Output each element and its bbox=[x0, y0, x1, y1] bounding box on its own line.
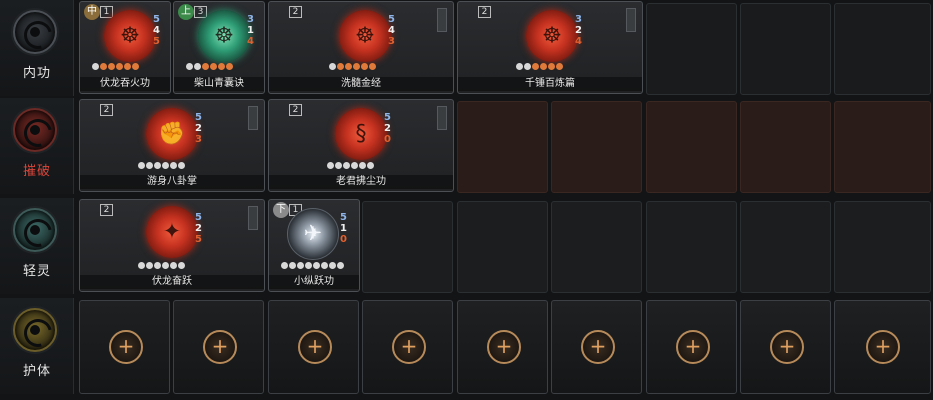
skill-name: 伏龙吞火功 bbox=[80, 77, 170, 91]
grade-badge: 下 bbox=[273, 202, 289, 218]
add-skill-slot[interactable]: + bbox=[268, 300, 359, 394]
category-tab-cuipo[interactable]: 摧破 bbox=[0, 98, 74, 194]
empty-slot bbox=[834, 3, 931, 95]
empty-slot bbox=[646, 201, 737, 293]
skill-stats: 5 1 0 bbox=[340, 212, 347, 245]
grade-badge: 中 bbox=[84, 4, 100, 20]
progress-dots bbox=[327, 162, 375, 170]
progress-dots bbox=[138, 262, 186, 270]
empty-slot bbox=[740, 201, 831, 293]
category-label: 护体 bbox=[22, 364, 51, 379]
skill-card-xisui-jinjing[interactable]: 2 ☸ 5 4 3 洗髓金经 bbox=[268, 1, 454, 94]
equip-slot-marker bbox=[437, 8, 447, 32]
skill-stats: 5 2 5 bbox=[195, 212, 202, 245]
add-skill-slot[interactable]: + bbox=[362, 300, 453, 394]
skill-stats: 5 4 5 bbox=[153, 14, 160, 47]
progress-dots bbox=[281, 262, 345, 270]
add-skill-slot[interactable]: + bbox=[173, 300, 264, 394]
meditation-emblem-icon bbox=[13, 10, 57, 54]
add-icon[interactable]: + bbox=[203, 330, 237, 364]
empty-slot bbox=[551, 101, 642, 193]
skill-name: 柴山青囊诀 bbox=[174, 77, 264, 91]
add-icon[interactable]: + bbox=[581, 330, 615, 364]
shield-emblem-icon bbox=[13, 308, 57, 352]
empty-slot bbox=[834, 101, 931, 193]
add-icon[interactable]: + bbox=[298, 330, 332, 364]
count-badge: 2 bbox=[100, 204, 113, 216]
empty-slot bbox=[740, 101, 831, 193]
skill-row-huti: 护体 + + + + + + + + + bbox=[0, 298, 933, 394]
equip-slot-marker bbox=[626, 8, 636, 32]
fist-emblem-icon bbox=[13, 108, 57, 152]
skill-row-cuipo: 摧破 2 ✊ 5 2 3 游身八卦掌 2 § 5 2 0 老君拂尘功 bbox=[0, 98, 933, 194]
category-tab-huti[interactable]: 护体 bbox=[0, 298, 74, 394]
category-label: 内功 bbox=[22, 66, 51, 81]
add-icon[interactable]: + bbox=[487, 330, 521, 364]
progress-dots bbox=[329, 63, 377, 71]
skill-name: 伏龙奋跃 bbox=[80, 275, 264, 289]
skill-stats: 3 1 4 bbox=[247, 14, 254, 47]
add-icon[interactable]: + bbox=[392, 330, 426, 364]
skill-name: 洗髓金经 bbox=[269, 77, 453, 91]
skill-card-laojun-fuchen[interactable]: 2 § 5 2 0 老君拂尘功 bbox=[268, 99, 454, 192]
add-icon[interactable]: + bbox=[676, 330, 710, 364]
count-badge: 2 bbox=[289, 6, 302, 18]
skill-row-qingling: 轻灵 2 ✦ 5 2 5 伏龙奋跃 下 1 ✈ 5 1 0 小纵跃功 bbox=[0, 198, 933, 294]
skill-card-youshen-bagua[interactable]: 2 ✊ 5 2 3 游身八卦掌 bbox=[79, 99, 265, 192]
count-badge: 2 bbox=[478, 6, 491, 18]
leaping-figure-icon: ✈ bbox=[287, 208, 339, 260]
count-badge: 2 bbox=[100, 104, 113, 116]
progress-dots bbox=[516, 63, 564, 71]
skill-stats: 3 2 4 bbox=[575, 14, 582, 47]
count-badge: 3 bbox=[194, 6, 207, 18]
wind-emblem-icon bbox=[13, 208, 57, 252]
add-skill-slot[interactable]: + bbox=[834, 300, 931, 394]
add-skill-slot[interactable]: + bbox=[740, 300, 831, 394]
category-label: 摧破 bbox=[22, 164, 51, 179]
skill-name: 老君拂尘功 bbox=[269, 175, 453, 189]
equip-slot-marker bbox=[248, 106, 258, 130]
skill-stats: 5 4 3 bbox=[388, 14, 395, 47]
add-skill-slot[interactable]: + bbox=[457, 300, 548, 394]
grade-badge: 上 bbox=[178, 4, 194, 20]
category-label: 轻灵 bbox=[22, 264, 51, 279]
empty-slot bbox=[646, 101, 737, 193]
skill-card-fulong-fenyue[interactable]: 2 ✦ 5 2 5 伏龙奋跃 bbox=[79, 199, 265, 292]
equip-slot-marker bbox=[248, 206, 258, 230]
skill-card-chaishan-qingnang[interactable]: 上 3 ☸ 3 1 4 柴山青囊诀 bbox=[173, 1, 265, 94]
category-tab-qingling[interactable]: 轻灵 bbox=[0, 198, 74, 294]
count-badge: 1 bbox=[100, 6, 113, 18]
skill-card-xiaozong-yue[interactable]: 下 1 ✈ 5 1 0 小纵跃功 bbox=[268, 199, 360, 292]
skill-row-neigong: 内功 中 1 ☸ 5 4 5 伏龙吞火功 上 3 ☸ 3 1 4 柴山青囊诀 2… bbox=[0, 0, 933, 96]
progress-dots bbox=[186, 63, 234, 71]
empty-slot bbox=[740, 3, 831, 95]
equip-slot-marker bbox=[437, 106, 447, 130]
add-skill-slot[interactable]: + bbox=[551, 300, 642, 394]
empty-slot bbox=[646, 3, 737, 95]
add-skill-slot[interactable]: + bbox=[646, 300, 737, 394]
empty-slot bbox=[457, 201, 548, 293]
progress-dots bbox=[92, 63, 140, 71]
progress-dots bbox=[138, 162, 186, 170]
empty-slot bbox=[457, 101, 548, 193]
empty-slot bbox=[362, 201, 453, 293]
skill-card-fulong-tunhuo[interactable]: 中 1 ☸ 5 4 5 伏龙吞火功 bbox=[79, 1, 171, 94]
add-icon[interactable]: + bbox=[866, 330, 900, 364]
add-icon[interactable]: + bbox=[770, 330, 804, 364]
skill-stats: 5 2 0 bbox=[384, 112, 391, 145]
skill-name: 游身八卦掌 bbox=[80, 175, 264, 189]
skill-card-qianchui-bailian[interactable]: 2 ☸ 3 2 4 千锤百炼篇 bbox=[457, 1, 643, 94]
count-badge: 2 bbox=[289, 104, 302, 116]
skill-stats: 5 2 3 bbox=[195, 112, 202, 145]
skill-name: 千锤百炼篇 bbox=[458, 77, 642, 91]
category-tab-neigong[interactable]: 内功 bbox=[0, 0, 74, 96]
empty-slot bbox=[834, 201, 931, 293]
empty-slot bbox=[551, 201, 642, 293]
add-icon[interactable]: + bbox=[109, 330, 143, 364]
skill-name: 小纵跃功 bbox=[269, 275, 359, 289]
add-skill-slot[interactable]: + bbox=[79, 300, 170, 394]
